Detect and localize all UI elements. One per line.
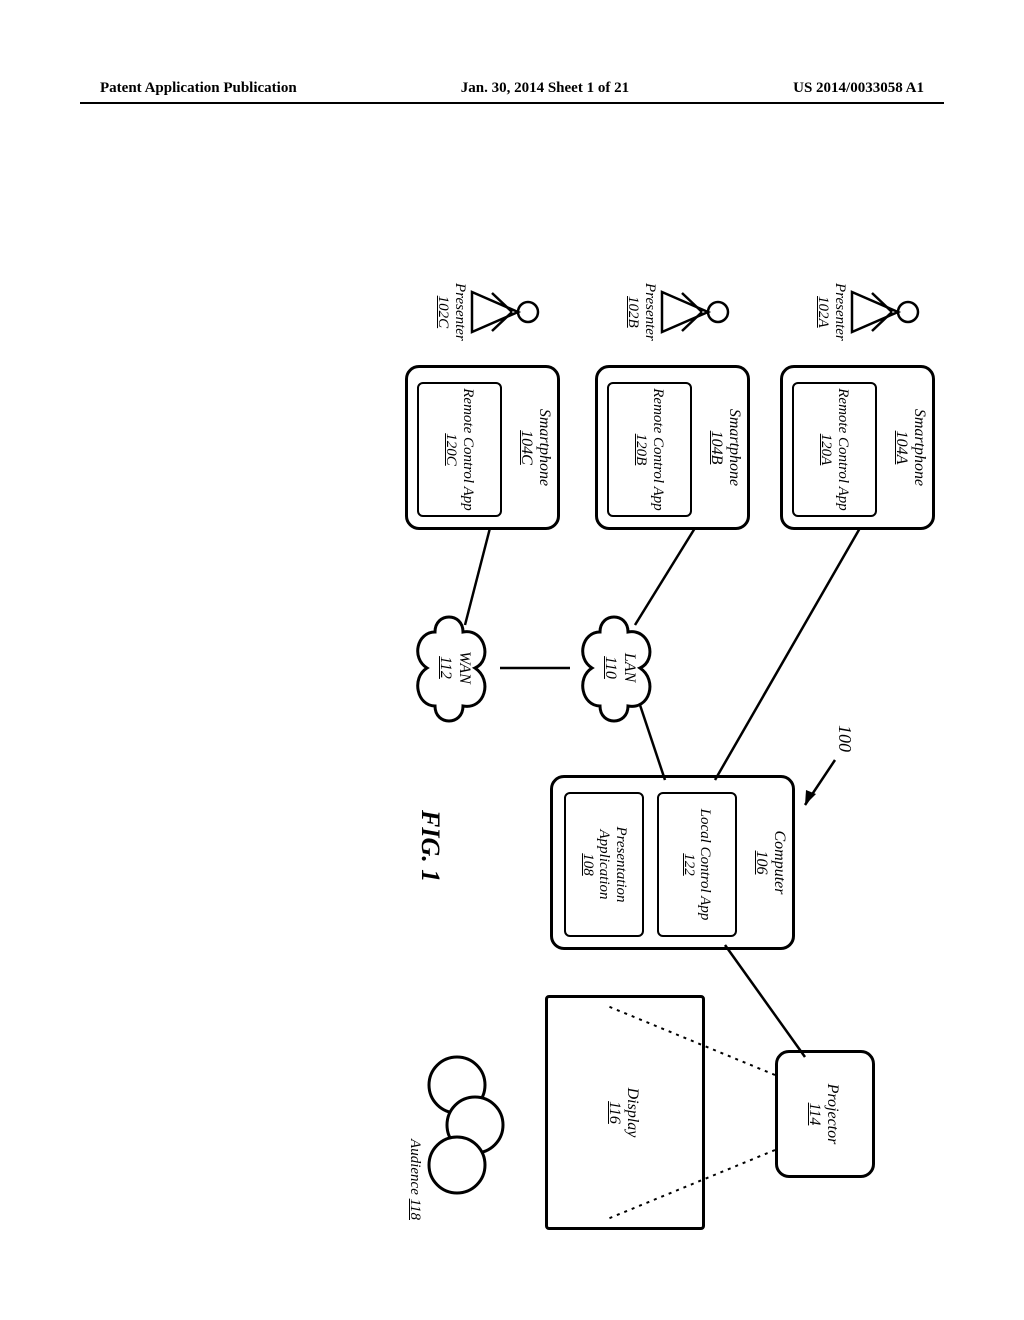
audience-group: Audience 118 <box>407 1040 506 1210</box>
presenter-c: Presenter 102C <box>435 283 540 341</box>
local-control-app: Local Control App 122 <box>657 792 737 937</box>
presenter-label: Presenter 102A <box>815 283 848 341</box>
surface-title: Display <box>623 1088 641 1138</box>
computer-block: Computer 106 Local Control App 122 Prese… <box>550 775 795 950</box>
device-id: 104B <box>707 431 725 465</box>
presenter-a: Presenter 102A <box>815 283 920 341</box>
header-right: US 2014/0033058 A1 <box>793 80 924 97</box>
person-icon <box>660 287 730 337</box>
device-id: 104A <box>892 431 910 465</box>
device-id: 106 <box>752 851 770 875</box>
cloud-label: LAN 110 <box>601 653 639 682</box>
header-left: Patent Application Publication <box>100 80 297 97</box>
device-title: Smartphone <box>725 409 743 486</box>
smartphone-a: Smartphone 104A Remote Control App 120A <box>780 365 935 530</box>
remote-control-app-a: Remote Control App 120A <box>792 382 877 517</box>
presentation-application: Presentation Application 108 <box>564 792 644 937</box>
person-icon <box>850 287 920 337</box>
wan-cloud: WAN 112 <box>405 610 505 725</box>
audience-icon <box>425 1050 505 1200</box>
smartphone-c: Smartphone 104C Remote Control App 120C <box>405 365 560 530</box>
projector-block: Projector 114 <box>775 1050 875 1178</box>
cloud-label: WAN 112 <box>436 651 474 684</box>
device-title: Smartphone <box>535 409 553 486</box>
smartphone-b: Smartphone 104B Remote Control App 120B <box>595 365 750 530</box>
figure-1-diagram: 100 Presenter 102A Presenter 102B <box>5 305 1005 1055</box>
system-reference: 100 <box>834 725 855 752</box>
remote-control-app-b: Remote Control App 120B <box>607 382 692 517</box>
device-title: Projector <box>823 1084 841 1145</box>
remote-control-app-c: Remote Control App 120C <box>417 382 502 517</box>
header-rule <box>80 102 944 104</box>
device-title: Smartphone <box>910 409 928 486</box>
header-center: Jan. 30, 2014 Sheet 1 of 21 <box>461 80 629 97</box>
lan-cloud: LAN 110 <box>570 610 670 725</box>
presenter-b: Presenter 102B <box>625 283 730 341</box>
surface-id: 116 <box>605 1101 623 1124</box>
presenter-label: Presenter 102B <box>625 283 658 341</box>
person-icon <box>470 287 540 337</box>
device-id: 114 <box>805 1103 823 1126</box>
audience-label: Audience 118 <box>407 1139 424 1220</box>
device-id: 104C <box>517 430 535 465</box>
page-header: Patent Application Publication Jan. 30, … <box>0 80 1024 97</box>
figure-caption: FIG. 1 <box>415 810 445 882</box>
presenter-label: Presenter 102C <box>435 283 468 341</box>
device-title: Computer <box>770 831 788 895</box>
display-block: Display 116 <box>545 995 705 1230</box>
